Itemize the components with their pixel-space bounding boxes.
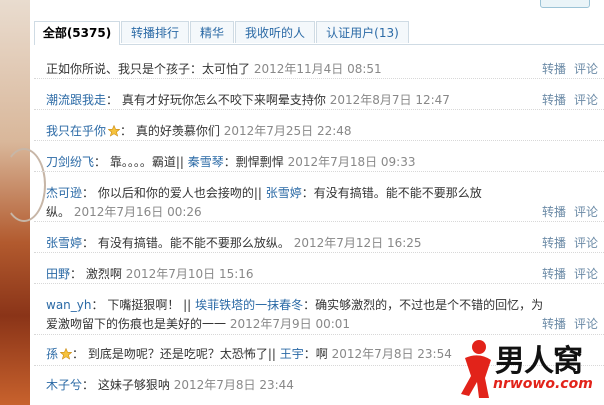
comment-text: 真有才好玩你怎么不咬下来啊晕支持你	[121, 93, 326, 107]
separator: ：	[70, 267, 83, 281]
comment-text: 真的好羡慕你们	[135, 124, 220, 138]
comment-text: 正如你所说、我只是个孩子：太可怕了	[46, 62, 251, 76]
comment-text: 你以后和你的爱人也会接吻的||	[97, 186, 262, 200]
comment-text: 靠。。。。霸道||	[109, 155, 184, 169]
timestamp[interactable]: 2012年8月7日 12:47	[330, 93, 450, 107]
username-link[interactable]: wan_yh	[46, 298, 91, 312]
repost-link[interactable]: 转播	[542, 317, 566, 331]
repost-link[interactable]: 转播	[542, 267, 566, 281]
username-link[interactable]: 刀剑纷飞	[46, 155, 94, 169]
mention-text: ：确实够激烈的，不过也是个不错的回忆，为	[303, 298, 544, 312]
top-action-button[interactable]	[540, 0, 590, 8]
separator: ：	[82, 236, 95, 250]
list-item: 杰可逊： 你以后和你的爱人也会接吻的|| 张雪婷：有没有搞错。能不能不要那么放 …	[34, 172, 604, 222]
username-link[interactable]: 张雪婷	[46, 236, 82, 250]
row-actions: 转播 评论	[534, 203, 598, 220]
comment-link[interactable]: 评论	[574, 317, 598, 331]
separator: ：	[94, 155, 107, 169]
comment-link[interactable]: 评论	[574, 205, 598, 219]
mention-link[interactable]: 埃菲铁塔的一抹春冬	[195, 298, 303, 312]
mention-link[interactable]: 张雪婷	[266, 186, 302, 200]
watermark-url: nrwowo.com	[493, 376, 593, 392]
comment-link[interactable]: 评论	[574, 62, 598, 76]
timestamp[interactable]: 2012年11月4日 08:51	[254, 62, 382, 76]
comment-link[interactable]: 评论	[574, 93, 598, 107]
comment-text-continued: 爱激吻留下的伤痕也是美好的一一	[46, 317, 227, 331]
row-actions: 转播 评论	[534, 234, 598, 251]
repost-link[interactable]: 转播	[542, 62, 566, 76]
repost-link[interactable]: 转播	[542, 93, 566, 107]
tab-following[interactable]: 我收听的人	[235, 21, 315, 43]
list-item: 张雪婷： 有没有搞错。能不能不要那么放纵。 2012年7月12日 16:25 转…	[34, 222, 604, 253]
mention-text: ：有没有搞错。能不能不要那么放	[301, 186, 482, 200]
comment-text: 到底是吻呢？还是吃呢？太恐怖了||	[87, 347, 276, 361]
tab-verified-users[interactable]: 认证用户(13)	[316, 21, 409, 43]
username-link[interactable]: 田野	[46, 267, 70, 281]
timestamp[interactable]: 2012年7月10日 15:16	[126, 267, 254, 281]
tab-all[interactable]: 全部(5375)	[34, 21, 120, 45]
watermark-figure-icon	[461, 340, 491, 398]
repost-link[interactable]: 转播	[542, 205, 566, 219]
star-badge-icon	[108, 125, 121, 137]
comment-text: 有没有搞错。能不能不要那么放纵。	[97, 236, 290, 250]
timestamp[interactable]: 2012年7月8日 23:54	[332, 347, 452, 361]
mention-text: ：啊	[303, 347, 328, 361]
row-actions: 转播 评论	[534, 60, 598, 77]
username-link[interactable]: 孫	[46, 347, 58, 361]
tab-featured[interactable]: 精华	[190, 21, 234, 43]
list-item: wan_yh： 下嘴挺狠啊！ || 埃菲铁塔的一抹春冬：确实够激烈的，不过也是个…	[34, 284, 604, 335]
comment-text-continued: 纵。	[46, 205, 71, 219]
row-actions: 转播 评论	[534, 315, 598, 332]
site-watermark: 男人窝 nrwowo.com	[455, 336, 603, 402]
timestamp[interactable]: 2012年7月12日 16:25	[294, 236, 422, 250]
comment-text: 这妹子够狠呐	[97, 378, 170, 392]
separator: ：	[120, 124, 133, 138]
mention-text: ：剽悍剽悍	[223, 155, 284, 169]
comment-link[interactable]: 评论	[574, 236, 598, 250]
list-item: 田野： 激烈啊 2012年7月10日 15:16 转播 评论	[34, 253, 604, 284]
timestamp[interactable]: 2012年7月18日 09:33	[288, 155, 416, 169]
timestamp[interactable]: 2012年7月25日 22:48	[224, 124, 352, 138]
row-actions: 转播 评论	[534, 265, 598, 282]
separator: ：	[106, 93, 119, 107]
tab-bar: 全部(5375) 转播排行 精华 我收听的人 认证用户(13)	[34, 21, 604, 45]
list-item: 我只在乎你 ： 真的好羡慕你们 2012年7月25日 22:48	[34, 110, 604, 141]
timestamp[interactable]: 2012年7月9日 00:01	[230, 317, 350, 331]
tab-repost-rank[interactable]: 转播排行	[121, 21, 189, 43]
separator: ：	[82, 186, 95, 200]
timestamp[interactable]: 2012年7月8日 23:44	[174, 378, 294, 392]
watermark-text: 男人窝	[495, 344, 583, 379]
username-link[interactable]: 我只在乎你	[46, 124, 106, 138]
background-photo	[0, 0, 46, 405]
separator: ：	[91, 298, 104, 312]
username-link[interactable]: 木子兮	[46, 378, 82, 392]
mention-link[interactable]: 王宇	[280, 347, 304, 361]
row-actions: 转播 评论	[534, 91, 598, 108]
list-item: 潮流跟我走： 真有才好玩你怎么不咬下来啊晕支持你 2012年8月7日 12:47…	[34, 79, 604, 110]
username-link[interactable]: 潮流跟我走	[46, 93, 106, 107]
comment-text: 激烈啊	[85, 267, 122, 281]
comment-link[interactable]: 评论	[574, 267, 598, 281]
separator: ：	[82, 378, 95, 392]
separator: ：	[72, 347, 85, 361]
list-item: 刀剑纷飞： 靠。。。。霸道|| 秦雪琴：剽悍剽悍 2012年7月18日 09:3…	[34, 141, 604, 172]
username-link[interactable]: 杰可逊	[46, 186, 82, 200]
list-item: 正如你所说、我只是个孩子：太可怕了 2012年11月4日 08:51 转播 评论	[34, 48, 604, 79]
repost-link[interactable]: 转播	[542, 236, 566, 250]
timestamp[interactable]: 2012年7月16日 00:26	[74, 205, 202, 219]
mention-link[interactable]: 秦雪琴	[188, 155, 224, 169]
star-badge-icon	[60, 348, 73, 360]
comment-text: 下嘴挺狠啊！ ||	[107, 298, 192, 312]
